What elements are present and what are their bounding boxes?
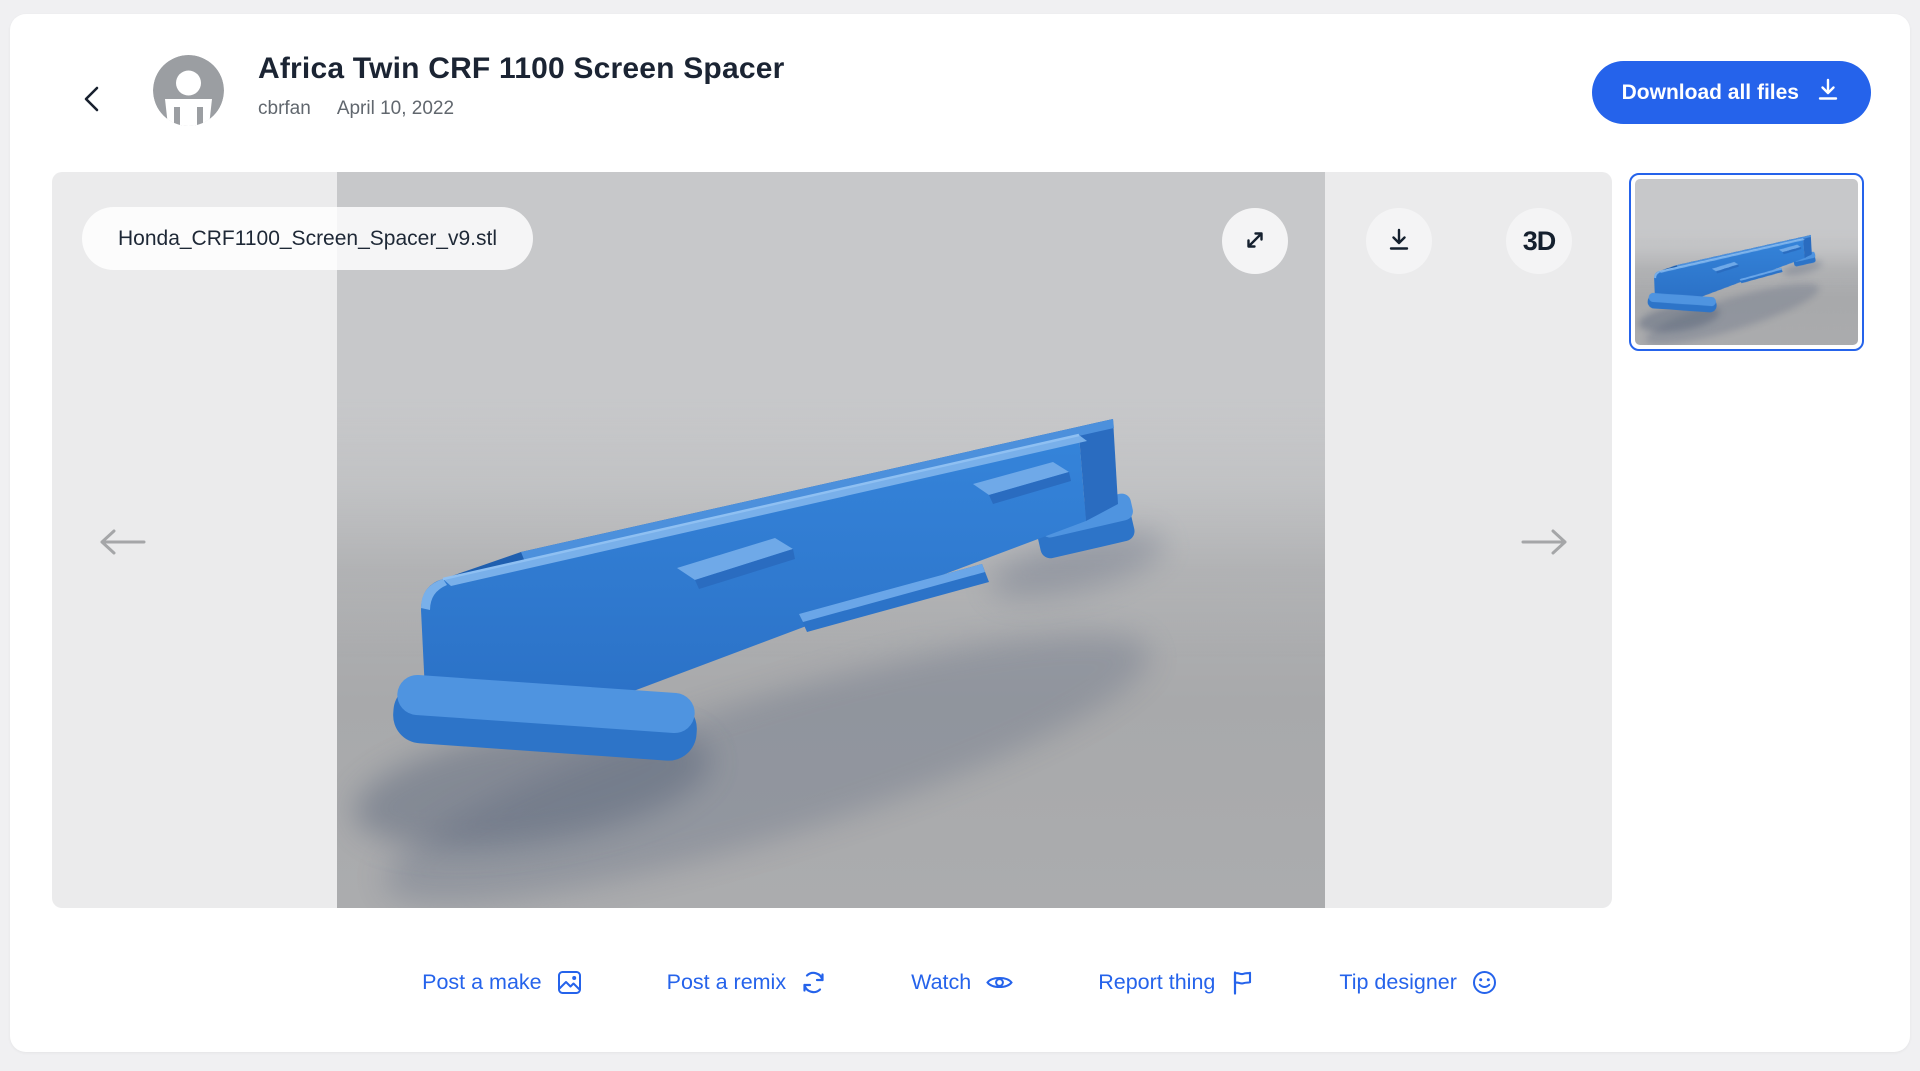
tip-designer-button[interactable]: Tip designer [1339,969,1498,996]
image-icon [556,969,583,996]
report-thing-button[interactable]: Report thing [1098,969,1255,996]
page-title: Africa Twin CRF 1100 Screen Spacer [258,52,784,86]
eye-icon [985,969,1014,996]
expand-icon [1241,226,1269,257]
post-a-remix-button[interactable]: Post a remix [667,969,827,996]
thumbnail-selected[interactable] [1629,173,1864,351]
arrow-right-icon [1513,522,1577,565]
download-all-files-button[interactable]: Download all files [1592,61,1871,124]
byline: cbrfan April 10, 2022 [258,98,454,120]
3d-icon: 3D [1523,226,1556,257]
remix-icon [800,969,827,996]
download-all-label: Download all files [1622,81,1799,105]
watch-button[interactable]: Watch [911,969,1014,996]
tip-designer-label: Tip designer [1339,970,1457,995]
render-viewport[interactable] [337,172,1325,908]
download-icon [1385,226,1413,257]
file-name: Honda_CRF1100_Screen_Spacer_v9.stl [118,227,497,251]
post-a-remix-label: Post a remix [667,970,786,995]
author-link[interactable]: cbrfan [258,98,311,120]
flag-icon [1229,969,1255,996]
back-button[interactable] [70,78,114,122]
fullscreen-button[interactable] [1222,208,1288,274]
smiley-icon [1471,969,1498,996]
view-3d-button[interactable]: 3D [1506,208,1572,274]
report-thing-label: Report thing [1098,970,1215,995]
post-a-make-button[interactable]: Post a make [422,969,583,996]
publish-date: April 10, 2022 [337,98,454,120]
stl-model-render [337,172,1325,908]
arrow-left-icon [90,522,154,565]
watch-label: Watch [911,970,971,995]
thing-card: Africa Twin CRF 1100 Screen Spacer cbrfa… [10,14,1910,1052]
model-viewer: Honda_CRF1100_Screen_Spacer_v9.stl 3D [52,172,1612,908]
post-a-make-label: Post a make [422,970,542,995]
download-file-button[interactable] [1366,208,1432,274]
previous-image-button[interactable] [89,521,155,565]
avatar[interactable] [153,55,224,126]
thumbnail-image [1635,179,1858,345]
file-name-badge: Honda_CRF1100_Screen_Spacer_v9.stl [82,207,533,270]
download-icon [1815,77,1841,109]
action-bar: Post a make Post a remix Watch Report th… [10,960,1910,1004]
next-image-button[interactable] [1512,521,1578,565]
chevron-left-icon [80,84,104,117]
